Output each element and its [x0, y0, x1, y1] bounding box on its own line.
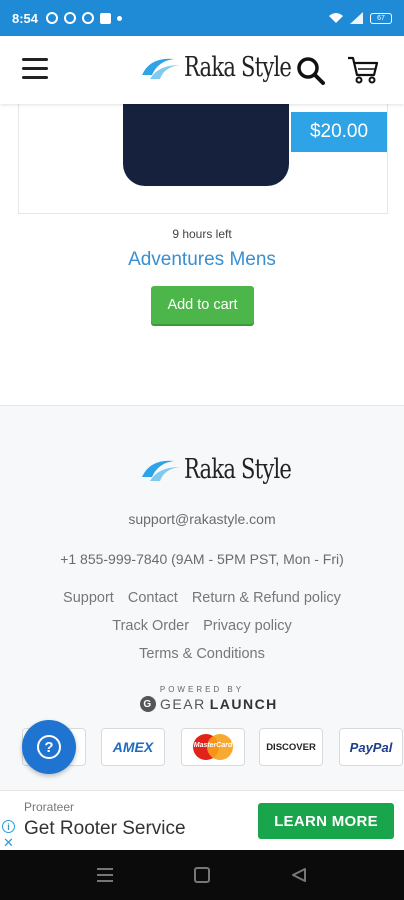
gearlaunch-text-a: GEAR [160, 696, 206, 712]
product-card[interactable]: $20.00 [18, 102, 388, 214]
question-icon: ? [37, 735, 61, 759]
more-notifications-icon [117, 15, 123, 21]
ad-headline[interactable]: Get Rooter Service [24, 818, 186, 840]
price-badge: $20.00 [291, 112, 387, 152]
footer-link-support[interactable]: Support [63, 590, 114, 606]
ad-close-icon[interactable]: ✕ [3, 835, 14, 851]
discover-icon: DISCOVER [259, 728, 323, 766]
notification-icon [64, 12, 77, 24]
status-time: 8:54 [12, 10, 39, 26]
support-phone: +1 855-999-7840 (9AM - 5PM PST, Mon - Fr… [60, 551, 344, 567]
footer-link-track-order[interactable]: Track Order [112, 618, 189, 634]
amex-icon: AMEX [101, 728, 165, 766]
footer-link-terms[interactable]: Terms & Conditions [139, 646, 265, 662]
footer-logo[interactable]: Raka Style [140, 454, 321, 485]
site-footer: Raka Style support@rakastyle.com +1 855-… [0, 405, 404, 850]
footer-link-refund-policy[interactable]: Return & Refund policy [192, 590, 341, 606]
product-image[interactable] [123, 102, 289, 186]
ad-banner[interactable]: i ✕ Prorateer Get Rooter Service LEARN M… [0, 790, 404, 850]
time-left-text: 9 hours left [172, 227, 232, 241]
ad-info-icon[interactable]: i [2, 820, 15, 833]
ad-advertiser: Prorateer [24, 800, 75, 814]
notification-icon [82, 12, 95, 24]
signal-icon [350, 12, 363, 24]
back-icon[interactable] [291, 867, 307, 883]
footer-link-privacy-policy[interactable]: Privacy policy [203, 618, 292, 634]
paypal-icon: PayPal [339, 728, 403, 766]
logo-text: Raka Style [184, 454, 292, 485]
notification-icon [100, 12, 112, 24]
mastercard-label: MasterCard [193, 742, 233, 749]
logo-swoosh-icon [140, 455, 184, 485]
help-button[interactable]: ? [22, 720, 76, 774]
footer-links-row: Terms & Conditions [0, 646, 404, 662]
gearlaunch-logo[interactable]: G GEAR LAUNCH [140, 696, 278, 712]
support-email-link[interactable]: support@rakastyle.com [0, 511, 404, 527]
search-icon[interactable] [296, 56, 326, 86]
system-nav-bar [0, 850, 404, 900]
logo-text: Raka Style [184, 52, 292, 83]
notification-icons [46, 12, 123, 24]
footer-links-row: Support Contact Return & Refund policy [0, 590, 404, 606]
footer-link-contact[interactable]: Contact [128, 590, 178, 606]
powered-by-label: POWERED BY [159, 685, 245, 694]
logo-swoosh-icon [140, 53, 184, 83]
home-icon[interactable] [194, 867, 210, 883]
cart-icon[interactable] [346, 54, 380, 86]
battery-icon: 67 [370, 12, 392, 24]
footer-links-row: Track Order Privacy policy [0, 618, 404, 634]
recent-apps-icon[interactable] [97, 868, 113, 886]
site-header: Raka Style [0, 36, 404, 104]
menu-icon[interactable] [22, 58, 48, 80]
mastercard-icon: MasterCard [181, 728, 245, 766]
add-to-cart-button[interactable]: Add to cart [151, 286, 254, 324]
gearlaunch-icon: G [140, 696, 156, 712]
gearlaunch-text-b: LAUNCH [209, 696, 278, 712]
status-bar: 8:54 67 [0, 0, 404, 36]
product-title-link[interactable]: Adventures Mens [0, 249, 404, 271]
site-logo[interactable]: Raka Style [140, 52, 321, 83]
notification-icon [46, 12, 59, 24]
wifi-icon [329, 13, 343, 23]
ad-learn-more-button[interactable]: LEARN MORE [258, 803, 394, 839]
